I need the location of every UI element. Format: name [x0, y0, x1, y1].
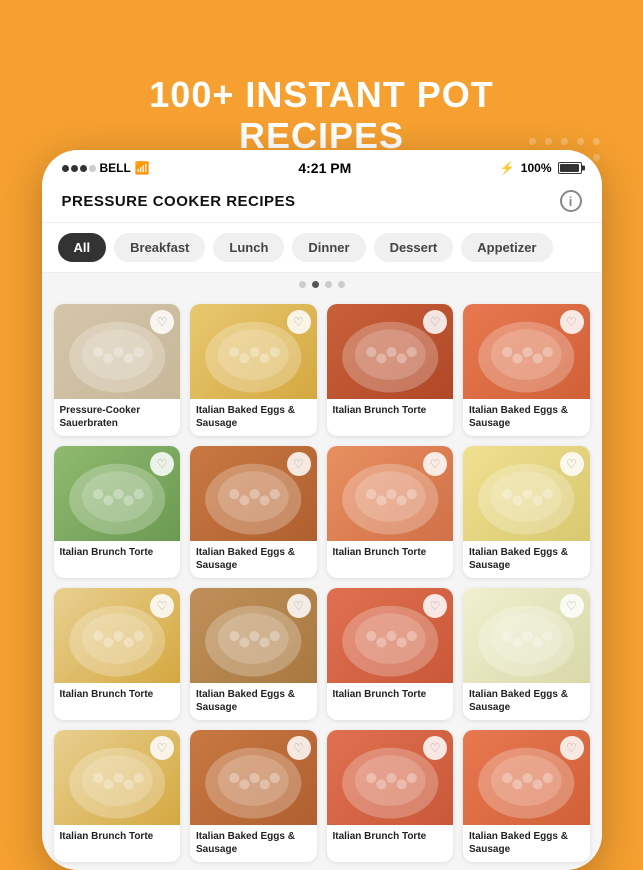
recipe-title-10: Italian Baked Eggs & Sausage — [190, 683, 317, 720]
recipe-title-9: Italian Brunch Torte — [54, 683, 181, 707]
favorite-button-16[interactable]: ♡ — [560, 736, 584, 760]
favorite-button-8[interactable]: ♡ — [560, 452, 584, 476]
recipe-image-1: ♡ — [54, 304, 181, 399]
recipe-image-9: ♡ — [54, 588, 181, 683]
status-right: ⚡ 100% — [500, 161, 582, 175]
favorite-button-3[interactable]: ♡ — [423, 310, 447, 334]
dot-1 — [299, 281, 306, 288]
status-left: BELL 📶 — [62, 161, 150, 175]
recipe-card-8[interactable]: ♡ Italian Baked Eggs & Sausage — [463, 446, 590, 578]
recipes-grid: ♡ Pressure-Cooker Sauerbraten ♡ Italian Bak… — [54, 304, 590, 862]
recipe-title-14: Italian Baked Eggs & Sausage — [190, 825, 317, 862]
favorite-button-1[interactable]: ♡ — [150, 310, 174, 334]
app-header: PRESSURE COOKER RECIPES i — [42, 182, 602, 223]
recipe-card-14[interactable]: ♡ Italian Baked Eggs & Sausage — [190, 730, 317, 862]
filter-tab-all[interactable]: All — [58, 233, 107, 262]
favorite-button-13[interactable]: ♡ — [150, 736, 174, 760]
recipe-card-13[interactable]: ♡ Italian Brunch Torte — [54, 730, 181, 862]
favorite-button-6[interactable]: ♡ — [287, 452, 311, 476]
recipes-scroll[interactable]: ♡ Pressure-Cooker Sauerbraten ♡ Italian Bak… — [42, 296, 602, 870]
recipe-image-14: ♡ — [190, 730, 317, 825]
recipe-image-12: ♡ — [463, 588, 590, 683]
dot-4 — [338, 281, 345, 288]
recipe-image-8: ♡ — [463, 446, 590, 541]
filter-tab-lunch[interactable]: Lunch — [213, 233, 284, 262]
recipe-card-1[interactable]: ♡ Pressure-Cooker Sauerbraten — [54, 304, 181, 436]
favorite-button-10[interactable]: ♡ — [287, 594, 311, 618]
recipe-card-12[interactable]: ♡ Italian Baked Eggs & Sausage — [463, 588, 590, 720]
info-button[interactable]: i — [560, 190, 582, 212]
battery-label: 100% — [521, 161, 552, 175]
time-display: 4:21 PM — [298, 160, 351, 176]
recipe-title-1: Pressure-Cooker Sauerbraten — [54, 399, 181, 436]
recipe-title-2: Italian Baked Eggs & Sausage — [190, 399, 317, 436]
recipe-image-3: ♡ — [327, 304, 454, 399]
recipe-image-10: ♡ — [190, 588, 317, 683]
favorite-button-15[interactable]: ♡ — [423, 736, 447, 760]
recipe-card-5[interactable]: ♡ Italian Brunch Torte — [54, 446, 181, 578]
battery-icon — [558, 162, 582, 174]
recipe-card-9[interactable]: ♡ Italian Brunch Torte — [54, 588, 181, 720]
recipe-title-7: Italian Brunch Torte — [327, 541, 454, 565]
recipe-card-7[interactable]: ♡ Italian Brunch Torte — [327, 446, 454, 578]
recipe-title-12: Italian Baked Eggs & Sausage — [463, 683, 590, 720]
phone-frame: BELL 📶 4:21 PM ⚡ 100% PRESSURE COOKER RE… — [42, 150, 602, 870]
favorite-button-11[interactable]: ♡ — [423, 594, 447, 618]
recipe-title-6: Italian Baked Eggs & Sausage — [190, 541, 317, 578]
filter-row: AllBreakfast Lunch Dinner DessertAppetizer — [42, 223, 602, 273]
recipe-card-3[interactable]: ♡ Italian Brunch Torte — [327, 304, 454, 436]
favorite-button-12[interactable]: ♡ — [560, 594, 584, 618]
favorite-button-9[interactable]: ♡ — [150, 594, 174, 618]
recipe-image-2: ♡ — [190, 304, 317, 399]
recipe-card-16[interactable]: ♡ Italian Baked Eggs & Sausage — [463, 730, 590, 862]
favorite-button-7[interactable]: ♡ — [423, 452, 447, 476]
recipe-image-16: ♡ — [463, 730, 590, 825]
recipe-title-16: Italian Baked Eggs & Sausage — [463, 825, 590, 862]
filter-tab-dinner[interactable]: Dinner — [292, 233, 365, 262]
recipe-card-11[interactable]: ♡ Italian Brunch Torte — [327, 588, 454, 720]
recipe-image-11: ♡ — [327, 588, 454, 683]
favorite-button-5[interactable]: ♡ — [150, 452, 174, 476]
recipe-title-3: Italian Brunch Torte — [327, 399, 454, 423]
recipe-title-4: Italian Baked Eggs & Sausage — [463, 399, 590, 436]
filter-tab-breakfast[interactable]: Breakfast — [114, 233, 205, 262]
dot-2 — [312, 281, 319, 288]
recipe-title-11: Italian Brunch Torte — [327, 683, 454, 707]
recipe-title-15: Italian Brunch Torte — [327, 825, 454, 849]
hero-title: 100+ INSTANT POT RECIPES — [129, 74, 513, 157]
filter-tab-dessert[interactable]: Dessert — [374, 233, 454, 262]
bluetooth-icon: ⚡ — [500, 161, 515, 175]
recipe-card-4[interactable]: ♡ Italian Baked Eggs & Sausage — [463, 304, 590, 436]
app-title: PRESSURE COOKER RECIPES — [62, 193, 296, 210]
dot-3 — [325, 281, 332, 288]
scroll-dots — [42, 273, 602, 296]
recipe-card-15[interactable]: ♡ Italian Brunch Torte — [327, 730, 454, 862]
recipe-card-6[interactable]: ♡ Italian Baked Eggs & Sausage — [190, 446, 317, 578]
filter-tab-appetizer[interactable]: Appetizer — [461, 233, 552, 262]
carrier-label: BELL — [100, 161, 131, 175]
wifi-icon: 📶 — [135, 161, 150, 175]
signal-dots — [62, 165, 96, 172]
recipe-image-4: ♡ — [463, 304, 590, 399]
recipe-title-13: Italian Brunch Torte — [54, 825, 181, 849]
status-bar: BELL 📶 4:21 PM ⚡ 100% — [42, 150, 602, 182]
favorite-button-14[interactable]: ♡ — [287, 736, 311, 760]
recipe-title-5: Italian Brunch Torte — [54, 541, 181, 565]
recipe-card-10[interactable]: ♡ Italian Baked Eggs & Sausage — [190, 588, 317, 720]
recipe-title-8: Italian Baked Eggs & Sausage — [463, 541, 590, 578]
favorite-button-4[interactable]: ♡ — [560, 310, 584, 334]
recipe-image-5: ♡ — [54, 446, 181, 541]
recipe-image-15: ♡ — [327, 730, 454, 825]
recipe-card-2[interactable]: ♡ Italian Baked Eggs & Sausage — [190, 304, 317, 436]
recipe-image-13: ♡ — [54, 730, 181, 825]
recipe-image-6: ♡ — [190, 446, 317, 541]
recipe-image-7: ♡ — [327, 446, 454, 541]
favorite-button-2[interactable]: ♡ — [287, 310, 311, 334]
